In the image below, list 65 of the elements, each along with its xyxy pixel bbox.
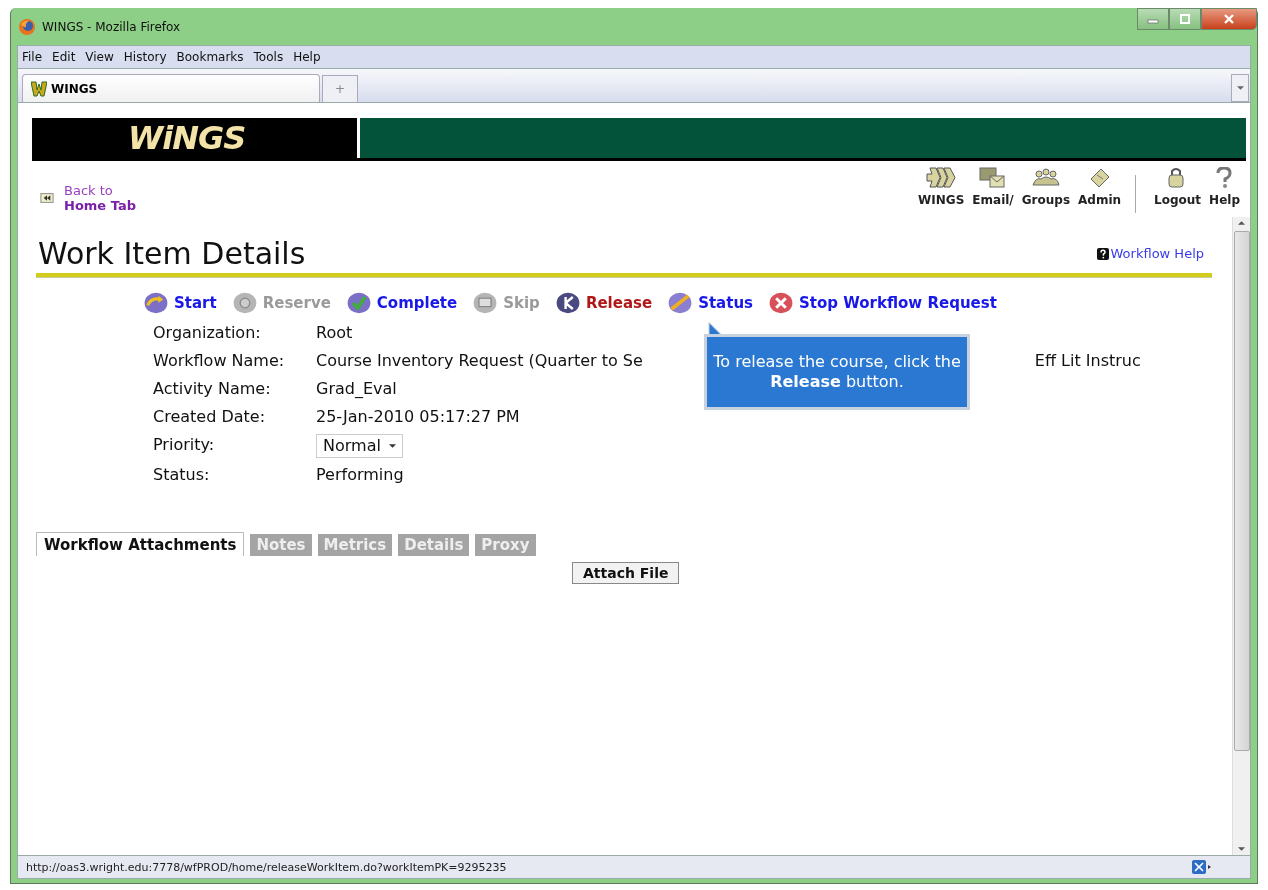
workflow-action-link[interactable]: Status — [668, 292, 753, 314]
tooltip-pointer — [708, 322, 722, 335]
back-link[interactable]: Back to Home Tab — [40, 183, 136, 213]
window-title: WINGS - Mozilla Firefox — [42, 19, 181, 34]
workflow-action-link[interactable]: Release — [555, 292, 653, 314]
maximize-icon — [1179, 14, 1191, 24]
rewind-icon — [40, 193, 54, 203]
workflow-help-link[interactable]: Workflow Help — [1096, 246, 1204, 261]
attach-file-button[interactable]: Attach File — [572, 562, 680, 584]
menu-item[interactable]: Edit — [52, 50, 76, 64]
status-url: http://oas3.wright.edu:7778/wfPROD/home/releaseWorkItem.do?workItemPK=9295235 — [26, 860, 507, 874]
tooltip: To release the course, click the Release button. — [704, 334, 970, 410]
field-value: Eff Lit Instruc — [1034, 350, 1141, 372]
browser-tab[interactable]: WINGS — [22, 74, 320, 102]
tab-list-button[interactable] — [1231, 74, 1249, 102]
detail-tab[interactable]: Workflow Attachments — [36, 532, 245, 556]
help-icon — [1096, 247, 1109, 260]
menu-item[interactable]: Bookmarks — [176, 50, 244, 64]
caret-icon — [1236, 86, 1244, 90]
nav-link[interactable]: Admin — [1078, 167, 1122, 207]
site-icon — [31, 80, 47, 97]
nav-link[interactable]: Groups — [1021, 167, 1071, 207]
field-value: 25-Jan-2010 05:17:27 PM — [316, 406, 520, 428]
field-label: Organization: — [153, 322, 262, 344]
menu-item[interactable]: Help — [293, 50, 321, 64]
field-label: Created Date: — [153, 406, 267, 428]
workflow-action-link[interactable]: Start — [144, 292, 217, 314]
scroll-up-icon — [1238, 221, 1245, 225]
menu-item[interactable]: File — [22, 50, 43, 64]
field-label: Workflow Name: — [153, 350, 286, 372]
field-value: Performing — [316, 464, 404, 486]
browser-logo-icon — [18, 17, 36, 36]
field-value: Grad_Eval — [316, 378, 397, 400]
menu-item[interactable]: History — [123, 50, 167, 64]
field-value: Root — [316, 322, 353, 344]
maximize-button[interactable] — [1169, 8, 1201, 30]
scroll-thumb[interactable] — [1233, 231, 1250, 751]
workflow-action-link[interactable]: Stop Workflow Request — [769, 292, 997, 314]
addon-icon[interactable] — [1192, 860, 1212, 874]
field-value: Course Inventory Request (Quarter to Se — [316, 350, 643, 372]
close-icon — [1223, 14, 1235, 24]
stop-icon — [769, 292, 793, 314]
field-label: Priority: — [153, 434, 216, 456]
close-button[interactable] — [1201, 8, 1257, 30]
field-label: Status: — [153, 464, 211, 486]
scroll-down-icon — [1238, 847, 1245, 851]
vertical-scrollbar[interactable] — [1232, 217, 1250, 855]
priority-dropdown[interactable]: Normal — [316, 434, 403, 458]
nav-link[interactable]: WINGS — [918, 167, 965, 207]
nav-link[interactable]: Logout — [1154, 167, 1202, 207]
nav-link[interactable]: Help — [1209, 167, 1240, 207]
nav-link[interactable]: Email/ — [972, 167, 1014, 207]
workflow-action-link[interactable]: Complete — [346, 292, 458, 314]
caret-icon — [388, 444, 396, 448]
release-icon — [555, 292, 580, 314]
people-icon — [1030, 167, 1061, 188]
arrows-icon — [926, 167, 957, 188]
check-icon — [346, 292, 371, 314]
skip-icon — [473, 292, 498, 314]
wings-logo: WiNGS — [128, 119, 246, 157]
menu-item[interactable]: Tools — [253, 50, 284, 64]
minimize-button[interactable] — [1137, 8, 1169, 30]
field-label: Activity Name: — [153, 378, 272, 400]
menu-item[interactable]: View — [85, 50, 114, 64]
page-title: Work Item Details — [38, 236, 306, 271]
